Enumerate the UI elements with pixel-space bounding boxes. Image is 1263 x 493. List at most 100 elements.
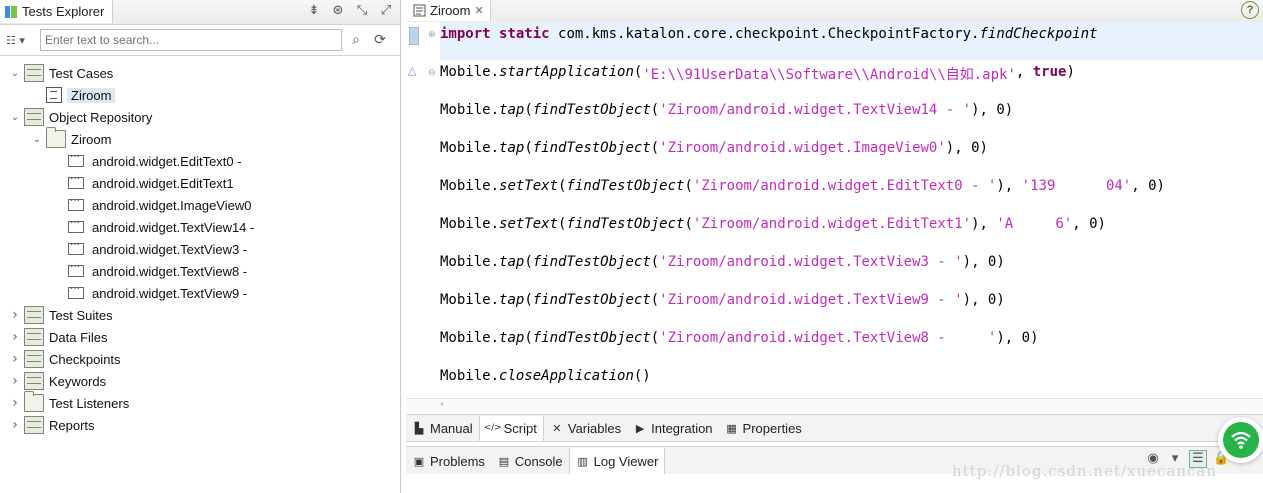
code-token: findTestObject: [532, 330, 651, 346]
scroll-left-icon[interactable]: ‹: [440, 399, 444, 410]
code-token: 'Ziroom/android.widget.TextView9 - ': [659, 292, 963, 308]
code-line[interactable]: Mobile. startApplication('E:\\91UserData\…: [440, 60, 1263, 98]
code-line[interactable]: Mobile. closeApplication(): [440, 364, 1263, 402]
tab-script[interactable]: </> Script: [478, 415, 544, 441]
code-token: ,: [1015, 64, 1033, 80]
chevron-right-icon[interactable]: ›: [8, 307, 22, 323]
tab-problems[interactable]: ▣ Problems: [406, 448, 491, 475]
tab-manual[interactable]: ▙ Manual: [406, 416, 479, 441]
chevron-down-icon[interactable]: ⌄: [8, 112, 22, 123]
tree-item[interactable]: android.widget.TextView9 -: [0, 282, 399, 304]
tree-item[interactable]: › Checkpoints: [0, 348, 399, 370]
console-icon: ▤: [498, 454, 510, 468]
chevron-down-icon[interactable]: ⌄: [8, 68, 22, 79]
tab-label: Problems: [430, 453, 485, 469]
editor-tab-ziroom[interactable]: Ziroom ✕: [406, 0, 491, 21]
code-token: ): [1066, 64, 1075, 80]
chevron-right-icon[interactable]: ›: [8, 373, 22, 389]
tree-item[interactable]: android.widget.EditText0 -: [0, 150, 399, 172]
test-case-icon: [412, 4, 426, 18]
expand-icon[interactable]: ⊕: [428, 30, 438, 40]
search-icon[interactable]: ⌕: [346, 30, 366, 50]
chevron-right-icon[interactable]: ›: [8, 417, 22, 433]
code-token: Mobile.: [440, 292, 500, 308]
tree-item[interactable]: › Test Suites: [0, 304, 399, 326]
tab-integration[interactable]: ▶ Integration: [627, 416, 718, 441]
wifi-widget-icon[interactable]: [1218, 417, 1263, 463]
code-line[interactable]: Mobile. tap(findTestObject('Ziroom/androi…: [440, 98, 1263, 136]
tab-label: Variables: [567, 420, 622, 436]
tree-item[interactable]: › Keywords: [0, 370, 399, 392]
collapse-fold-icon[interactable]: ⊖: [428, 68, 438, 78]
tests-explorer-tab[interactable]: Tests Explorer: [0, 0, 114, 23]
tree-item[interactable]: android.widget.ImageView0: [0, 194, 399, 216]
code-token: Mobile.: [440, 254, 500, 270]
tree-item[interactable]: › Test Listeners: [0, 391, 399, 414]
collapse-icon[interactable]: ⇟: [306, 3, 322, 19]
editor-area: Ziroom ✕ ? ⊕ △ ⊖ import static com.kms.k…: [406, 0, 1263, 493]
code-line[interactable]: import static com.kms.katalon.core.check…: [440, 22, 1263, 60]
tree-item[interactable]: android.widget.TextView14 -: [0, 216, 399, 238]
code-line[interactable]: Mobile. tap(findTestObject('Ziroom/androi…: [440, 136, 1263, 174]
search-input[interactable]: [40, 29, 342, 51]
tree-item-label: android.widget.EditText1: [92, 175, 234, 191]
change-marker-icon: △: [408, 64, 417, 77]
chevron-right-icon[interactable]: ›: [8, 395, 22, 411]
tree-item-label: Ziroom: [67, 87, 116, 103]
tab-variables[interactable]: ✕ Variables: [544, 416, 627, 441]
code-token: (: [558, 216, 567, 232]
refresh-icon[interactable]: ⊛: [330, 3, 346, 19]
code-token: (: [524, 102, 533, 118]
close-icon[interactable]: ✕: [474, 4, 483, 17]
code-line[interactable]: Mobile. tap(findTestObject('Ziroom/androi…: [440, 250, 1263, 288]
tree-item[interactable]: › Reports: [0, 414, 399, 436]
script-icon: </>: [483, 423, 502, 433]
tree-item-label: android.widget.ImageView0: [92, 197, 252, 213]
script-editor[interactable]: ⊕ △ ⊖ import static com.kms.katalon.core…: [406, 22, 1263, 398]
horizontal-scrollbar[interactable]: ‹: [406, 398, 1263, 415]
test-suites-icon: [24, 306, 44, 324]
tree-item[interactable]: Ziroom: [0, 84, 399, 106]
chevron-right-icon[interactable]: ›: [8, 351, 22, 367]
code-token: (: [650, 140, 660, 156]
dropdown-icon[interactable]: ▾: [1167, 451, 1183, 467]
tree-item[interactable]: android.widget.TextView3 -: [0, 238, 399, 260]
tree-item[interactable]: android.widget.TextView8 -: [0, 260, 399, 282]
code-line[interactable]: Mobile. setText(findTestObject('Ziroom/an…: [440, 212, 1263, 250]
test-object-icon: [68, 239, 84, 255]
chevron-down-icon[interactable]: ⌄: [30, 134, 44, 145]
code-token: tap: [499, 102, 525, 118]
tab-log-viewer[interactable]: ▥ Log Viewer: [568, 447, 666, 475]
code-token: (: [524, 140, 533, 156]
tree-view-icon[interactable]: ☰: [1189, 450, 1207, 468]
eye-icon[interactable]: ◉: [1145, 451, 1161, 467]
tree-item-label: android.widget.TextView9 -: [92, 285, 248, 301]
chevron-right-icon[interactable]: ›: [8, 329, 22, 345]
code-line[interactable]: Mobile. setText(findTestObject('Ziroom/an…: [440, 174, 1263, 212]
code-line[interactable]: Mobile. tap(findTestObject('Ziroom/androi…: [440, 326, 1263, 364]
keywords-icon: [24, 372, 44, 390]
tree-item[interactable]: ⌄ Object Repository: [0, 106, 399, 128]
code-line[interactable]: Mobile. tap(findTestObject('Ziroom/androi…: [440, 288, 1263, 326]
code-token: ), 0): [962, 292, 1005, 308]
code-token: true: [1032, 64, 1067, 80]
tab-console[interactable]: ▤ Console: [491, 448, 569, 475]
tree-item[interactable]: ⌄ Test Cases: [0, 62, 399, 84]
tests-explorer-panel: Tests Explorer ⇟ ⊛ ⤡ ⤢ ☷ ▾ ⌕ ⟳ ⌄ Test Cas…: [0, 0, 401, 493]
code-token: Mobile.: [440, 64, 500, 80]
maximize-icon[interactable]: ⤢: [378, 3, 394, 19]
tree-item[interactable]: ⌄ Ziroom: [0, 127, 399, 150]
minimize-icon[interactable]: ⤡: [354, 3, 370, 19]
tab-label: Log Viewer: [593, 453, 659, 469]
filter-icon[interactable]: ☷ ▾: [6, 34, 36, 47]
tree-item[interactable]: › Data Files: [0, 326, 399, 348]
help-icon[interactable]: ?: [1241, 1, 1259, 19]
code-token: Mobile.: [440, 368, 500, 384]
tab-properties[interactable]: ▦ Properties: [719, 416, 808, 441]
tree-item-label: android.widget.TextView3 -: [92, 241, 248, 257]
tree-item[interactable]: android.widget.EditText1: [0, 172, 399, 194]
advanced-search-icon[interactable]: ⟳: [370, 30, 390, 50]
code-token: Mobile.: [440, 178, 500, 194]
code-token: 'E:\\91UserData\\Software\\Android\\自如.a…: [642, 67, 1016, 83]
